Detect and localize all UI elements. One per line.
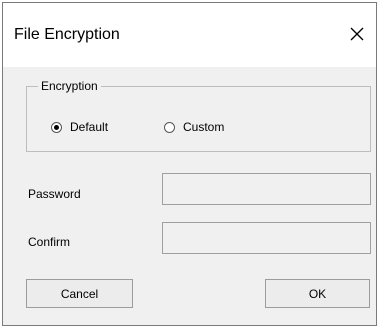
radio-custom-label: Custom <box>183 120 225 134</box>
close-icon <box>350 27 364 41</box>
close-button[interactable] <box>346 23 368 45</box>
cancel-button[interactable]: Cancel <box>26 279 133 308</box>
radio-custom[interactable]: Custom <box>164 120 224 134</box>
confirm-password-input[interactable] <box>162 222 371 254</box>
file-encryption-dialog: File Encryption Encryption Default Custo… <box>2 2 377 326</box>
radio-custom-circle[interactable] <box>164 121 175 133</box>
radio-default-label: Default <box>70 120 109 134</box>
radio-default[interactable]: Default <box>51 120 108 134</box>
dialog-title: File Encryption <box>14 26 120 43</box>
password-label: Password <box>28 187 81 201</box>
encryption-group-label: Encryption <box>38 79 101 93</box>
ok-button[interactable]: OK <box>265 279 370 308</box>
encryption-groupbox: Encryption Default Custom <box>26 79 371 152</box>
confirm-label: Confirm <box>28 235 71 249</box>
title-bar: File Encryption <box>3 3 376 67</box>
radio-default-circle[interactable] <box>51 121 62 133</box>
password-input[interactable] <box>162 173 371 205</box>
